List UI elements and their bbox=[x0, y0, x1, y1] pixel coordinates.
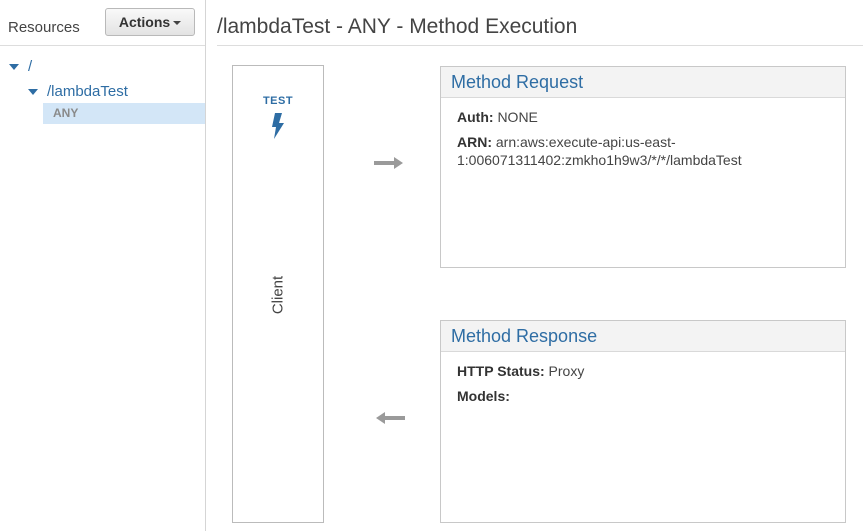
auth-row: Auth: NONE bbox=[457, 108, 829, 126]
actions-label: Actions bbox=[118, 14, 171, 30]
method-request-panel: Method Request Auth: NONE ARN: arn:aws:e… bbox=[440, 66, 846, 268]
models-label: Models: bbox=[457, 388, 510, 404]
tree-expand-root-icon[interactable] bbox=[9, 64, 19, 70]
title-divider bbox=[217, 45, 863, 46]
arrow-left-icon bbox=[376, 412, 405, 424]
tree-item-lambdatest[interactable]: /lambdaTest bbox=[47, 83, 128, 100]
caret-down-icon bbox=[173, 21, 182, 25]
tree-expand-lambdatest-icon[interactable] bbox=[28, 89, 38, 95]
actions-button[interactable]: Actions bbox=[105, 8, 195, 36]
arn-label: ARN: bbox=[457, 134, 492, 150]
method-response-body: HTTP Status: Proxy Models: bbox=[441, 352, 845, 422]
auth-label: Auth: bbox=[457, 109, 494, 125]
resources-sidebar: Resources Actions / /lambdaTest ANY bbox=[0, 0, 206, 531]
lightning-bolt-icon[interactable] bbox=[270, 113, 286, 139]
models-row: Models: bbox=[457, 387, 829, 405]
client-label: Client bbox=[269, 275, 287, 315]
arn-row: ARN: arn:aws:execute-api:us-east-1:00607… bbox=[457, 133, 829, 169]
tree-item-any-label: ANY bbox=[53, 106, 79, 120]
method-request-body: Auth: NONE ARN: arn:aws:execute-api:us-e… bbox=[441, 98, 845, 186]
sidebar-divider bbox=[0, 45, 205, 46]
http-status-label: HTTP Status: bbox=[457, 363, 545, 379]
arrow-right-icon bbox=[374, 157, 403, 169]
tree-item-root[interactable]: / bbox=[28, 58, 32, 75]
method-response-panel: Method Response HTTP Status: Proxy Model… bbox=[440, 320, 846, 523]
http-status-value: Proxy bbox=[548, 363, 585, 379]
client-box: TEST Client bbox=[232, 65, 324, 523]
resources-label: Resources bbox=[8, 19, 80, 36]
http-status-row: HTTP Status: Proxy bbox=[457, 362, 829, 380]
arn-value: arn:aws:execute-api:us-east-1:0060713114… bbox=[457, 134, 742, 168]
tree-item-any-method[interactable]: ANY bbox=[43, 103, 205, 124]
method-response-title[interactable]: Method Response bbox=[441, 321, 845, 352]
method-request-title[interactable]: Method Request bbox=[441, 67, 845, 98]
auth-value: NONE bbox=[497, 109, 538, 125]
page-title: /lambdaTest - ANY - Method Execution bbox=[217, 15, 578, 38]
test-link[interactable]: TEST bbox=[233, 95, 323, 107]
